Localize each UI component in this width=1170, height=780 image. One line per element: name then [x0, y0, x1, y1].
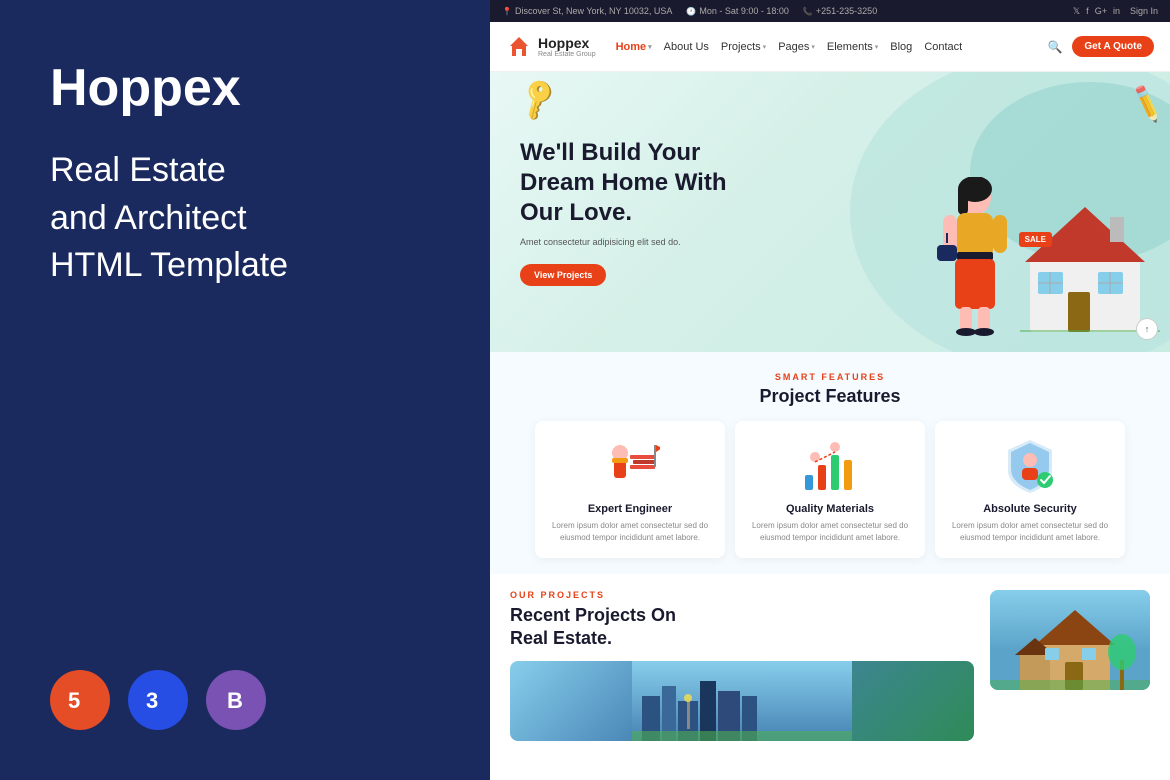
phone-icon: 📞: [803, 7, 813, 16]
sign-in-link[interactable]: Sign In: [1130, 6, 1158, 16]
svg-text:5: 5: [68, 688, 80, 713]
brand-title: Hoppex: [50, 60, 440, 117]
nav-elements[interactable]: Elements ▾: [827, 41, 878, 53]
navbar-logo: Hoppex Real Estate Group: [506, 34, 596, 60]
css3-icon: 3: [142, 684, 174, 716]
google-plus-icon[interactable]: G+: [1095, 6, 1107, 17]
nav-about[interactable]: About Us: [664, 41, 709, 53]
hero-content: We'll Build Your Dream Home With Our Lov…: [520, 138, 726, 286]
topbar-left: 📍 Discover St, New York, NY 10032, USA 🕐…: [502, 6, 877, 16]
topbar: 📍 Discover St, New York, NY 10032, USA 🕐…: [490, 0, 1170, 22]
house-illustration: [1020, 202, 1160, 332]
hero-subtitle: Amet consectetur adipisicing elit sed do…: [520, 236, 726, 250]
svg-text:B: B: [227, 688, 243, 713]
hero-illustration: ✏️: [750, 72, 1170, 352]
html5-icon: 5: [64, 684, 96, 716]
clock-icon: 🕐: [686, 7, 696, 16]
feature-desc-engineer: Lorem ipsum dolor amet consectetur sed d…: [547, 520, 713, 544]
description: Real Estate and Architect HTML Template: [50, 147, 440, 290]
css-badge: 3: [128, 670, 188, 730]
scroll-up-button[interactable]: ↑: [1136, 318, 1158, 340]
tech-badges: 5 3 B: [50, 670, 440, 730]
view-projects-button[interactable]: View Projects: [520, 264, 606, 286]
features-grid: Expert Engineer Lorem ipsum dolor amet c…: [510, 421, 1150, 558]
hero-title: We'll Build Your Dream Home With Our Lov…: [520, 138, 726, 228]
linkedin-icon[interactable]: in: [1113, 6, 1120, 17]
features-section-label: SMART FEATURES: [510, 372, 1150, 382]
city-skyline: [510, 661, 974, 741]
navbar: Hoppex Real Estate Group Home ▾ About Us…: [490, 22, 1170, 72]
feature-card-materials: Quality Materials Lorem ipsum dolor amet…: [735, 421, 925, 558]
right-panel: 📍 Discover St, New York, NY 10032, USA 🕐…: [490, 0, 1170, 780]
nav-blog[interactable]: Blog: [890, 41, 912, 53]
nav-home[interactable]: Home ▾: [616, 41, 652, 53]
html-badge: 5: [50, 670, 110, 730]
facebook-icon[interactable]: f: [1086, 6, 1089, 17]
project-thumbnail-2: [990, 590, 1150, 690]
feature-card-engineer: Expert Engineer Lorem ipsum dolor amet c…: [535, 421, 725, 558]
social-icons: 𝕏 f G+ in: [1073, 6, 1120, 17]
feature-name-materials: Quality Materials: [786, 503, 874, 515]
search-button[interactable]: 🔍: [1047, 40, 1062, 54]
security-icon: [1000, 435, 1060, 495]
nav-pages[interactable]: Pages ▾: [778, 41, 815, 53]
hero-section: 🔑 We'll Build Your Dream Home With Our L…: [490, 72, 1170, 352]
projects-title: Recent Projects On Real Estate.: [510, 604, 974, 651]
projects-section: OUR PROJECTS Recent Projects On Real Est…: [490, 574, 1170, 780]
logo-name: Hoppex: [538, 35, 596, 51]
get-quote-button[interactable]: Get A Quote: [1072, 36, 1154, 57]
topbar-hours: 🕐 Mon - Sat 9:00 - 18:00: [686, 6, 789, 16]
feature-name-engineer: Expert Engineer: [588, 503, 672, 515]
feature-card-security: Absolute Security Lorem ipsum dolor amet…: [935, 421, 1125, 558]
nav-projects[interactable]: Projects ▾: [721, 41, 766, 53]
project-thumbnail-1: [510, 661, 974, 741]
svg-text:3: 3: [146, 688, 158, 713]
topbar-address: 📍 Discover St, New York, NY 10032, USA: [502, 6, 672, 16]
logo-icon: [506, 34, 532, 60]
topbar-phone: 📞 +251-235-3250: [803, 6, 877, 16]
bootstrap-icon: B: [220, 684, 252, 716]
navbar-actions: 🔍 Get A Quote: [1047, 36, 1154, 57]
nav-links: Home ▾ About Us Projects ▾ Pages ▾ Eleme…: [616, 41, 1048, 53]
feature-desc-security: Lorem ipsum dolor amet consectetur sed d…: [947, 520, 1113, 544]
feature-name-security: Absolute Security: [983, 503, 1077, 515]
desc-line3: HTML Template: [50, 246, 288, 284]
features-section-title: Project Features: [510, 386, 1150, 407]
person-illustration: [935, 177, 1015, 337]
logo-subtitle: Real Estate Group: [538, 51, 596, 58]
topbar-right: 𝕏 f G+ in Sign In: [1073, 6, 1158, 17]
house-project-thumb: [990, 590, 1150, 690]
sale-badge: SALE: [1019, 232, 1052, 247]
desc-line1: Real Estate: [50, 151, 226, 189]
features-section: SMART FEATURES Project Features: [490, 352, 1170, 574]
left-panel: Hoppex Real Estate and Architect HTML Te…: [0, 0, 490, 780]
feature-desc-materials: Lorem ipsum dolor amet consectetur sed d…: [747, 520, 913, 544]
engineer-icon: [600, 435, 660, 495]
desc-line2: and Architect: [50, 199, 247, 237]
twitter-icon[interactable]: 𝕏: [1073, 6, 1080, 17]
bootstrap-badge: B: [206, 670, 266, 730]
projects-label: OUR PROJECTS: [510, 590, 974, 600]
projects-left: OUR PROJECTS Recent Projects On Real Est…: [510, 590, 974, 764]
keys-hand-decoration: 🔑: [514, 75, 564, 124]
nav-contact[interactable]: Contact: [924, 41, 962, 53]
location-icon: 📍: [502, 7, 512, 16]
materials-icon: [800, 435, 860, 495]
